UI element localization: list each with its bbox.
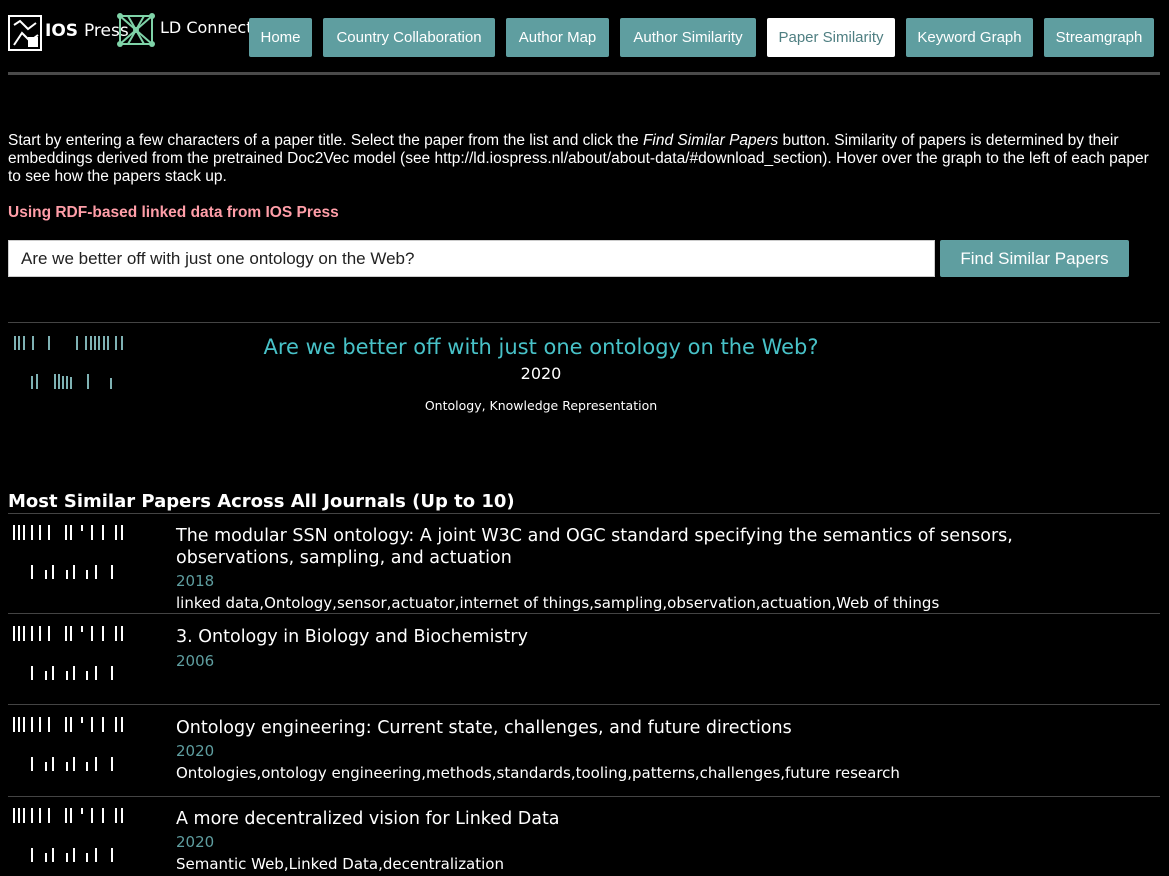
- paper-keywords: Semantic Web,Linked Data,decentralizatio…: [176, 855, 504, 873]
- find-similar-papers-button[interactable]: Find Similar Papers: [940, 240, 1129, 277]
- paper-year: 2020: [176, 833, 215, 851]
- paper-title[interactable]: 3. Ontology in Biology and Biochemistry: [176, 626, 1076, 648]
- divider: [8, 513, 1160, 514]
- paper-title[interactable]: Ontology engineering: Current state, cha…: [176, 717, 1076, 739]
- intro-text: Start by entering a few characters of a …: [8, 132, 1149, 185]
- paper-keywords: linked data,Ontology,sensor,actuator,int…: [176, 594, 940, 612]
- paper-barcode[interactable]: [8, 717, 138, 773]
- paper-title[interactable]: A more decentralized vision for Linked D…: [176, 808, 1076, 830]
- paper-barcode[interactable]: [8, 626, 138, 682]
- divider: [8, 704, 1160, 705]
- nav-keyword-graph[interactable]: Keyword Graph: [906, 18, 1033, 57]
- intro-emphasis: Find Similar Papers: [642, 132, 779, 149]
- nav-country-collaboration[interactable]: Country Collaboration: [323, 18, 495, 57]
- nav-paper-similarity[interactable]: Paper Similarity: [767, 18, 895, 57]
- data-source-note: Using RDF-based linked data from IOS Pre…: [8, 204, 339, 221]
- paper-year: 2018: [176, 572, 215, 590]
- paper-barcode[interactable]: [8, 525, 138, 581]
- network-graph-icon: [117, 13, 155, 47]
- paper-year: 2020: [176, 742, 215, 760]
- similar-papers-heading: Most Similar Papers Across All Journals …: [8, 491, 515, 512]
- paper-year: 2006: [176, 652, 215, 670]
- selected-paper-year: 2020: [520, 364, 562, 383]
- paper-search-input[interactable]: [8, 240, 935, 277]
- ios-press-logo-icon: [8, 15, 42, 51]
- paper-barcode[interactable]: [8, 808, 138, 864]
- divider: [8, 613, 1160, 614]
- paper-title[interactable]: The modular SSN ontology: A joint W3C an…: [176, 525, 1076, 569]
- paper-keywords: Ontologies,ontology engineering,methods,…: [176, 764, 900, 782]
- selected-paper-title: Are we better off with just one ontology…: [263, 335, 819, 359]
- nav-home[interactable]: Home: [249, 18, 312, 57]
- header-divider: [8, 72, 1160, 75]
- selected-paper-keywords: Ontology, Knowledge Representation: [424, 398, 658, 413]
- divider: [8, 322, 1160, 323]
- header: IOS Press LD Connect Home Country Collab…: [0, 0, 1169, 76]
- nav-author-map[interactable]: Author Map: [506, 18, 609, 57]
- nav-author-similarity[interactable]: Author Similarity: [620, 18, 756, 57]
- nav-streamgraph[interactable]: Streamgraph: [1044, 18, 1154, 57]
- ld-connect-logo-text: LD Connect: [160, 17, 253, 37]
- divider: [8, 796, 1160, 797]
- ld-connect-logo[interactable]: LD Connect: [116, 12, 252, 48]
- ios-press-logo[interactable]: IOS Press: [8, 15, 129, 51]
